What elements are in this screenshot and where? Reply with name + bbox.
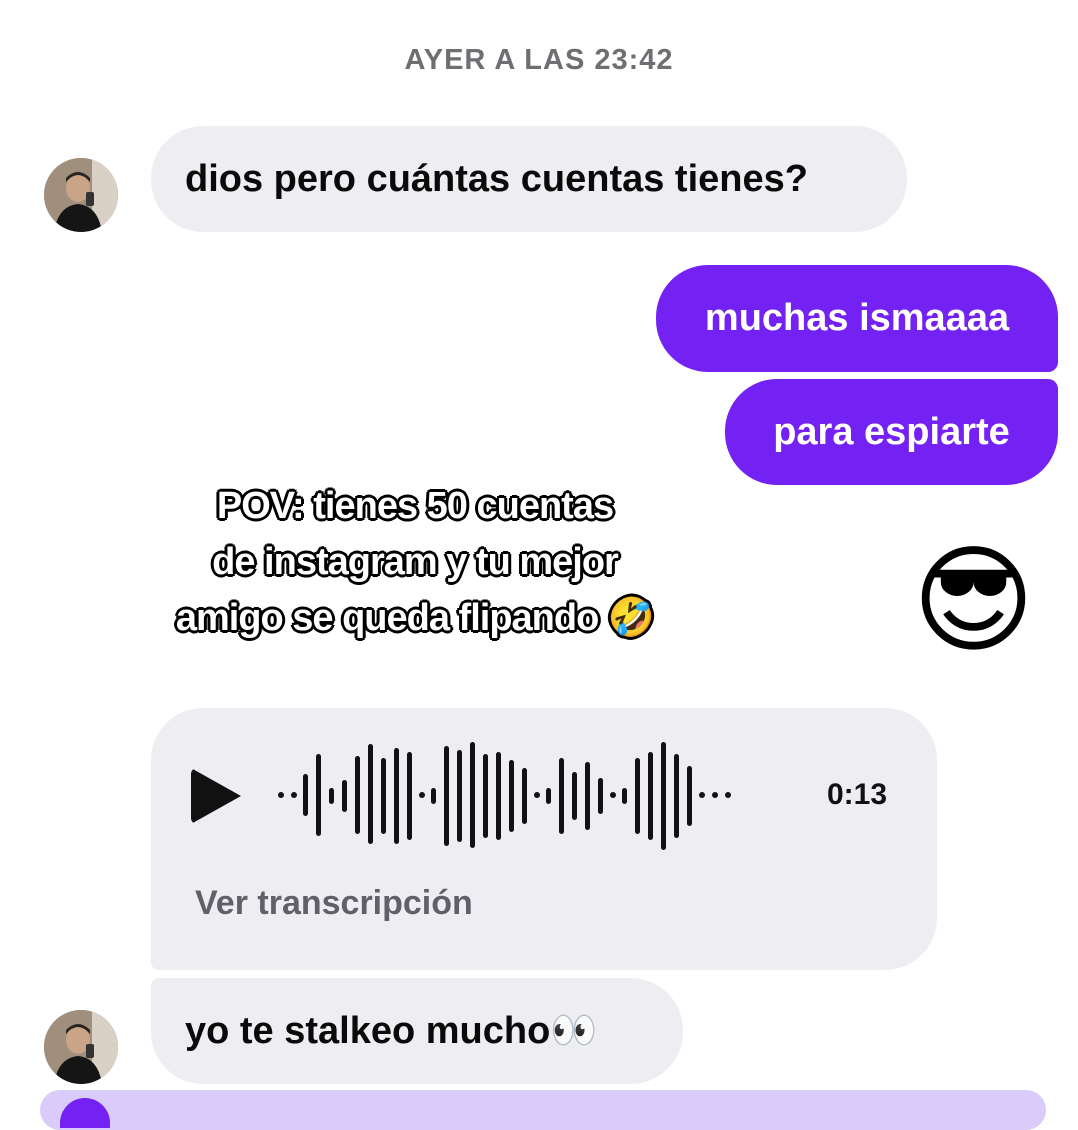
- emoji-message[interactable]: 😎: [912, 536, 1035, 666]
- message-text: para espiarte: [773, 410, 1010, 453]
- caption-line-1: POV: tienes 50 cuentas: [216, 485, 614, 527]
- voice-duration: 0:13: [827, 778, 888, 811]
- message-received-2[interactable]: yo te stalkeo mucho👀: [151, 978, 683, 1084]
- contact-avatar[interactable]: [44, 1010, 118, 1084]
- message-received-1[interactable]: dios pero cuántas cuentas tienes?: [151, 126, 907, 232]
- message-text: yo te stalkeo mucho👀: [185, 1010, 598, 1052]
- message-sent-2[interactable]: para espiarte: [725, 379, 1058, 485]
- next-message-bubble[interactable]: [40, 1090, 1046, 1130]
- play-icon[interactable]: [191, 768, 241, 824]
- voice-message[interactable]: 0:13 Ver transcripción: [151, 708, 937, 970]
- caption-line-3: amigo se queda flipando 🤣: [175, 597, 655, 639]
- video-caption-overlay: POV: tienes 50 cuentas de instagram y tu…: [100, 478, 730, 646]
- chat-timestamp: AYER A LAS 23:42: [404, 44, 674, 76]
- message-text: muchas ismaaaa: [704, 297, 1010, 339]
- contact-avatar[interactable]: [44, 158, 118, 232]
- waveform-icon[interactable]: [276, 738, 821, 853]
- message-text: dios pero cuántas cuentas tienes?: [185, 157, 808, 200]
- caption-line-2: de instagram y tu mejor: [212, 541, 619, 583]
- view-transcription-link[interactable]: Ver transcripción: [195, 884, 473, 923]
- message-sent-1[interactable]: muchas ismaaaa: [656, 265, 1058, 372]
